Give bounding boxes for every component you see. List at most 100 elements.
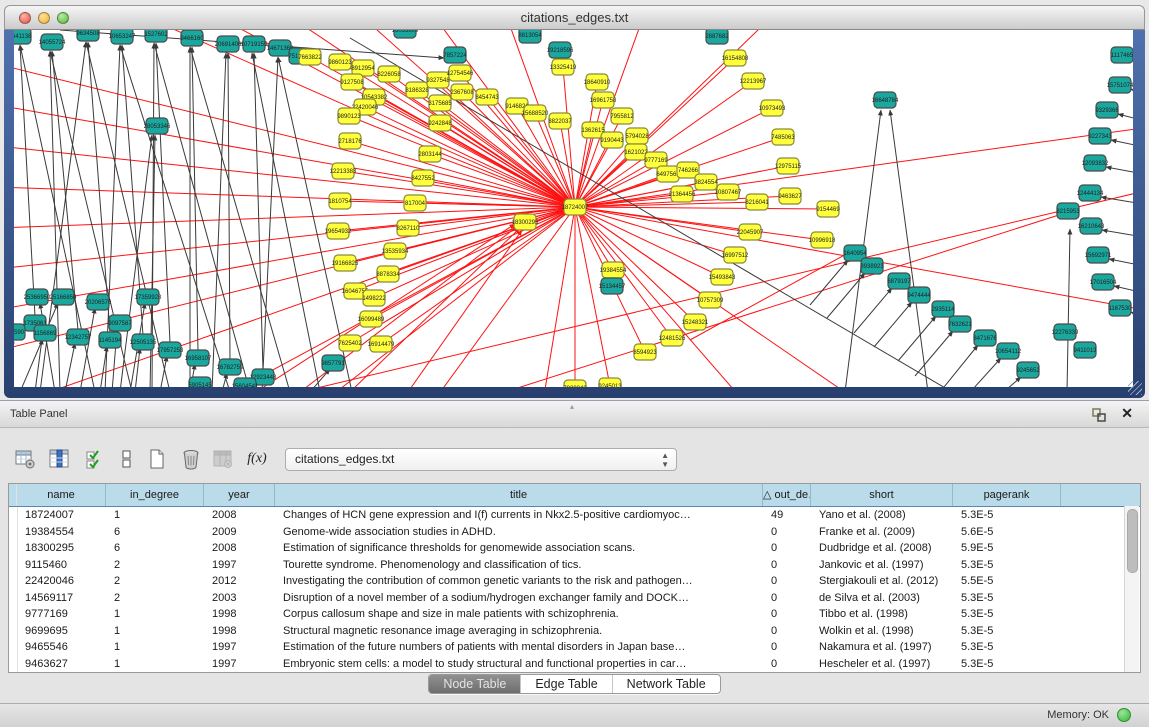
- graph-node[interactable]: 16782759: [217, 359, 244, 375]
- graph-node[interactable]: 1145194: [99, 332, 123, 348]
- graph-node[interactable]: 7485063: [771, 129, 795, 145]
- graph-node[interactable]: 15692971: [1085, 247, 1112, 263]
- graph-node[interactable]: 9463627: [778, 188, 802, 204]
- graph-node[interactable]: 16961758: [590, 92, 617, 108]
- graph-node[interactable]: 2803144: [418, 146, 442, 162]
- graph-node[interactable]: 9890123: [337, 108, 361, 124]
- graph-node[interactable]: 9097587: [108, 315, 132, 331]
- float-panel-icon[interactable]: [1091, 407, 1107, 423]
- graph-node[interactable]: 13535934: [382, 243, 409, 259]
- graph-node[interactable]: 19166825: [332, 255, 359, 271]
- graph-node[interactable]: 10719155: [241, 36, 268, 52]
- graph-node[interactable]: 16648784: [872, 92, 899, 108]
- graph-node[interactable]: 16210643: [1078, 218, 1105, 234]
- graph-node[interactable]: 1527602: [144, 30, 168, 42]
- memory-status-indicator[interactable]: [1117, 708, 1131, 722]
- graph-node[interactable]: 20206576: [85, 294, 112, 310]
- tab-node-table[interactable]: Node Table: [429, 675, 520, 693]
- graph-node[interactable]: 9127508: [340, 74, 364, 90]
- graph-node[interactable]: 18300295: [512, 214, 539, 230]
- graph-node[interactable]: 17359928: [135, 289, 162, 305]
- graph-node[interactable]: 15493843: [709, 269, 736, 285]
- table-row[interactable]: 946554611997Estimation of the future num…: [9, 639, 1140, 656]
- graph-node[interactable]: 3824554: [694, 174, 718, 190]
- graph-node[interactable]: 9190443: [600, 132, 624, 148]
- graph-node[interactable]: 2887682: [705, 30, 729, 44]
- graph-node[interactable]: 5905145: [188, 377, 212, 387]
- graph-node[interactable]: 21364456: [669, 186, 696, 202]
- network-window-titlebar[interactable]: citations_edges.txt: [4, 5, 1145, 30]
- graph-node[interactable]: 20691406: [215, 36, 242, 52]
- graph-node[interactable]: 8822037: [548, 113, 572, 129]
- table-row[interactable]: 1456911722003Disruption of a novel membe…: [9, 590, 1140, 607]
- select-all-check-icon[interactable]: [82, 446, 108, 472]
- table-row[interactable]: 2242004622012Investigating the contribut…: [9, 573, 1140, 590]
- graph-node[interactable]: 12505135: [130, 334, 157, 350]
- graph-node[interactable]: 19654932: [325, 223, 352, 239]
- graph-node[interactable]: 8878334: [376, 266, 400, 282]
- graph-node[interactable]: 1167530: [1109, 300, 1133, 316]
- graph-node[interactable]: 9411013: [1074, 342, 1098, 358]
- table-panel-header[interactable]: ▴ Table Panel ✕: [0, 400, 1149, 428]
- graph-node[interactable]: 1810754: [328, 193, 352, 209]
- graph-node[interactable]: 16958107: [185, 350, 212, 366]
- graph-node[interactable]: 15134457: [599, 278, 626, 294]
- graph-node[interactable]: 9466160: [180, 30, 204, 46]
- new-document-icon[interactable]: [144, 446, 170, 472]
- graph-node[interactable]: 17957253: [157, 342, 184, 358]
- tab-edge-table[interactable]: Edge Table: [520, 675, 611, 693]
- graph-node[interactable]: 7632621: [948, 316, 972, 332]
- graph-node[interactable]: 8471676: [973, 330, 997, 346]
- graph-node[interactable]: 19384554: [600, 262, 627, 278]
- table-row[interactable]: 969969511998Structural magnetic resonanc…: [9, 623, 1140, 640]
- window-resize-grip[interactable]: [1128, 381, 1142, 395]
- graph-node[interactable]: 7839342: [563, 380, 587, 387]
- table-settings-icon[interactable]: [12, 446, 38, 472]
- graph-node[interactable]: 8267110: [397, 220, 421, 236]
- graph-node[interactable]: 22045907: [737, 224, 764, 240]
- graph-node[interactable]: 8594923: [633, 344, 657, 360]
- cells-icon[interactable]: [114, 446, 140, 472]
- graph-node[interactable]: 1156869: [34, 325, 58, 341]
- graph-node[interactable]: 12213967: [740, 73, 767, 89]
- graph-node[interactable]: 12754546: [447, 65, 474, 81]
- graph-node[interactable]: 18724007: [562, 199, 589, 215]
- graph-node[interactable]: 10757309: [697, 292, 724, 308]
- column-header-title[interactable]: title: [275, 484, 763, 506]
- table-row[interactable]: 1872400712008Changes of HCN gene express…: [9, 507, 1140, 524]
- graph-node[interactable]: 8813054: [518, 30, 542, 43]
- graph-node[interactable]: 2935114: [932, 301, 956, 317]
- column-header-in_degree[interactable]: in_degree: [106, 484, 204, 506]
- table-row[interactable]: 911546021997Tourette syndrome. Phenomeno…: [9, 557, 1140, 574]
- column-header-pagerank[interactable]: pagerank: [953, 484, 1061, 506]
- table-row[interactable]: 977716911998Corpus callosum shape and si…: [9, 606, 1140, 623]
- graph-node[interactable]: 6879197: [887, 273, 911, 289]
- graph-node[interactable]: 15248321: [682, 314, 709, 330]
- graph-node[interactable]: 12481526: [659, 330, 686, 346]
- graph-node[interactable]: 1498222: [362, 290, 386, 306]
- graph-node[interactable]: 25166850: [50, 289, 77, 305]
- graph-node[interactable]: 9474444: [907, 287, 931, 303]
- graph-node[interactable]: 817004: [404, 195, 426, 211]
- graph-node[interactable]: 16099489: [358, 311, 385, 327]
- graph-node[interactable]: 1641138: [14, 30, 32, 44]
- graph-node[interactable]: 16154808: [722, 50, 749, 66]
- graph-node[interactable]: 2718176: [338, 133, 362, 149]
- graph-node[interactable]: 8186328: [405, 82, 429, 98]
- graph-node[interactable]: 9242848: [428, 115, 452, 131]
- table-row[interactable]: 1830029562008Estimation of significance …: [9, 540, 1140, 557]
- graph-node[interactable]: 8427552: [411, 170, 435, 186]
- graph-node[interactable]: 7663822: [298, 49, 322, 65]
- graph-node[interactable]: 9860123: [328, 54, 352, 70]
- graph-node[interactable]: 8454743: [475, 89, 499, 105]
- graph-node[interactable]: 9227343: [1088, 128, 1112, 144]
- graph-node[interactable]: 10653247: [109, 30, 136, 44]
- graph-node[interactable]: 12213383: [330, 163, 357, 179]
- graph-node[interactable]: 12093832: [1082, 155, 1109, 171]
- graph-node[interactable]: 10807467: [715, 184, 742, 200]
- graph-node[interactable]: 8226058: [377, 66, 401, 82]
- splitter-handle[interactable]: ▴: [570, 402, 575, 411]
- graph-node[interactable]: 12276339: [1052, 324, 1079, 340]
- graph-node[interactable]: 391590: [14, 324, 25, 340]
- network-view[interactable]: 1872400718300295193845541641138140557249…: [14, 30, 1133, 387]
